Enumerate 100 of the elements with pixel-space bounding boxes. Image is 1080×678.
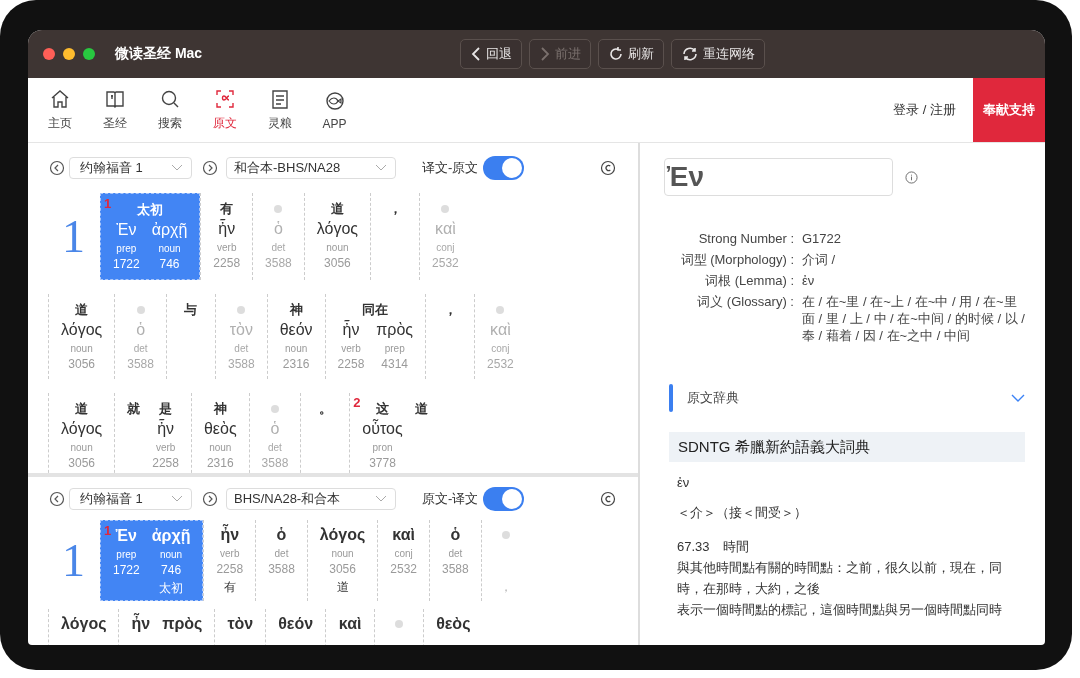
toggle-label: 原文-译文 bbox=[422, 490, 479, 508]
part-of-speech: prep bbox=[116, 242, 137, 254]
word-block[interactable]: καὶ bbox=[325, 609, 375, 645]
forward-icon bbox=[539, 46, 552, 62]
part-of-speech: conj bbox=[394, 547, 413, 559]
version-select[interactable]: 和合本-BHS/NA28 bbox=[226, 157, 396, 179]
word-block[interactable]: λόγος bbox=[48, 609, 119, 645]
next-icon[interactable] bbox=[202, 491, 218, 507]
nav-tab[interactable]: 灵粮 bbox=[252, 78, 307, 142]
copyright-icon[interactable] bbox=[600, 491, 616, 507]
word-block[interactable]: 就 是 ἦν verb 2258 bbox=[114, 393, 191, 473]
login-link[interactable]: 登录 / 注册 bbox=[893, 101, 956, 119]
previous-icon[interactable] bbox=[49, 160, 65, 176]
strong-number: 3588 bbox=[261, 456, 289, 470]
strong-number: 3588 bbox=[265, 256, 292, 270]
word-block[interactable]: ἦν verb 2258 有 bbox=[203, 520, 256, 601]
nav-tab[interactable]: 主页 bbox=[32, 78, 87, 142]
info-icon[interactable] bbox=[905, 170, 918, 184]
detail-label: 词型 (Morphology) : bbox=[679, 251, 794, 268]
word-block[interactable]: θεόν bbox=[265, 609, 326, 645]
book-select[interactable]: 约翰福音 1 bbox=[69, 488, 192, 510]
part-of-speech: det bbox=[133, 342, 148, 354]
strong-number: 3588 bbox=[268, 562, 295, 576]
strong-number: 3778 bbox=[369, 456, 396, 470]
word-block[interactable]: 与 bbox=[165, 294, 215, 379]
strong-number: 3588 bbox=[442, 562, 469, 576]
word-block[interactable]: 。 bbox=[300, 393, 350, 473]
selected-word-block[interactable]: 1 Ἐν prep 1722 ἀρχῇ noun 746 太初 bbox=[100, 520, 204, 601]
word-block[interactable]: λόγος noun 3056 道 bbox=[306, 520, 378, 601]
chinese-gloss: 就 bbox=[127, 399, 141, 418]
close-button[interactable] bbox=[43, 48, 55, 60]
part-of-speech: noun bbox=[159, 548, 183, 560]
word-block[interactable]: ὁ det 3588 bbox=[255, 520, 307, 601]
word-block[interactable]: 同在 ἦν verb 2258 πρὸς prep 4314 bbox=[324, 294, 426, 379]
back-icon bbox=[470, 46, 483, 62]
greek-word: ἦν bbox=[342, 321, 360, 339]
word-block[interactable]: θεὸς bbox=[423, 609, 483, 645]
detail-label: 词义 (Glossary) : bbox=[696, 293, 794, 311]
donate-button[interactable]: 奉献支持 bbox=[973, 78, 1045, 142]
word-block[interactable]: ἦν πρὸς bbox=[118, 609, 215, 645]
chinese-gloss: 太初 bbox=[159, 579, 184, 597]
part-of-speech: noun bbox=[285, 342, 308, 354]
dot-icon bbox=[136, 305, 145, 314]
word-block[interactable]: 道 λόγος noun 3056 bbox=[303, 193, 371, 280]
selected-word-block[interactable]: 1 太初 Ἐν prep 1722 ἀρχῇ noun 746 bbox=[100, 193, 201, 280]
nav-tab[interactable]: 搜索 bbox=[142, 78, 197, 142]
greek-word: ὁ bbox=[136, 321, 146, 339]
detail-value: 在 / 在~里 / 在~上 / 在~中 / 用 / 在~里面 / 里 / 上 / 中 / 在~中间 / 的时候 / 以 / 奉 / 藉着 / 因 / 在~之中 / 中间 bbox=[802, 293, 1025, 344]
word-block[interactable]: τὸν bbox=[214, 609, 266, 645]
part-of-speech: conj bbox=[436, 241, 455, 253]
version-select[interactable]: BHS/NA28-和合本 bbox=[226, 488, 396, 510]
verse-number: 1 bbox=[62, 534, 86, 587]
copyright-icon[interactable] bbox=[600, 160, 616, 176]
chinese-gloss: 道 bbox=[414, 399, 428, 418]
word-block[interactable]: ， bbox=[370, 193, 420, 280]
chinese-gloss: 这 bbox=[376, 399, 389, 418]
dot-icon bbox=[274, 204, 283, 213]
nav-tab[interactable]: APP bbox=[307, 78, 362, 142]
greek-word: καὶ bbox=[392, 526, 415, 544]
word-block[interactable]: 道 λόγος noun 3056 bbox=[48, 393, 115, 473]
strong-number: 2258 bbox=[216, 562, 244, 576]
toggle-switch[interactable] bbox=[483, 487, 525, 511]
toggle-switch[interactable] bbox=[483, 156, 525, 180]
word-block[interactable]: 道 λόγος noun 3056 bbox=[48, 294, 115, 379]
section-header[interactable]: 原文辞典 bbox=[669, 384, 1025, 412]
strong-number: 2258 bbox=[152, 456, 179, 470]
word-block[interactable]: ， bbox=[425, 294, 475, 379]
word-block[interactable]: 2 这 οὗτος pron 3778 道 bbox=[349, 393, 440, 473]
greek-word: καὶ bbox=[338, 615, 362, 633]
word-block[interactable]: 神 θεόν noun 2316 bbox=[266, 294, 325, 379]
part-of-speech: verb bbox=[341, 342, 361, 354]
book-select[interactable]: 约翰福音 1 bbox=[69, 157, 192, 179]
zoom-button[interactable] bbox=[83, 48, 95, 60]
toolbar-button[interactable]: 刷新 bbox=[598, 39, 665, 69]
part-of-speech: noun bbox=[158, 242, 181, 254]
previous-icon[interactable] bbox=[49, 491, 65, 507]
sync-icon bbox=[681, 46, 700, 62]
nav-tab[interactable]: 原文 bbox=[197, 78, 252, 142]
toolbar-button[interactable]: 回退 bbox=[460, 39, 523, 69]
word-field[interactable]: Ἐν bbox=[664, 158, 893, 196]
nav-tab[interactable]: 圣经 bbox=[87, 78, 142, 142]
chinese-gloss: 。 bbox=[318, 399, 332, 418]
dot-icon bbox=[270, 404, 279, 413]
strong-number: 2532 bbox=[432, 256, 459, 270]
part-of-speech: noun bbox=[70, 441, 93, 453]
part-of-speech: prep bbox=[116, 548, 137, 560]
next-icon[interactable] bbox=[202, 160, 218, 176]
toolbar-button[interactable]: 重连网络 bbox=[671, 39, 766, 69]
strong-number: 1722 bbox=[113, 563, 140, 577]
dot-icon bbox=[496, 305, 505, 314]
minimize-button[interactable] bbox=[63, 48, 75, 60]
word-block[interactable]: 神 θεὸς noun 2316 bbox=[190, 393, 249, 473]
dot-icon bbox=[501, 531, 510, 539]
word-block[interactable]: καὶ conj 2532 bbox=[377, 520, 429, 601]
chinese-gloss: 有 bbox=[220, 199, 234, 218]
word-block[interactable]: ὁ det 3588 bbox=[429, 520, 481, 601]
word-block[interactable]: 有 ἦν verb 2258 bbox=[200, 193, 253, 280]
part-of-speech: det bbox=[268, 441, 282, 453]
part-of-speech: verb bbox=[155, 441, 176, 453]
toggle-label: 译文-原文 bbox=[422, 159, 479, 177]
